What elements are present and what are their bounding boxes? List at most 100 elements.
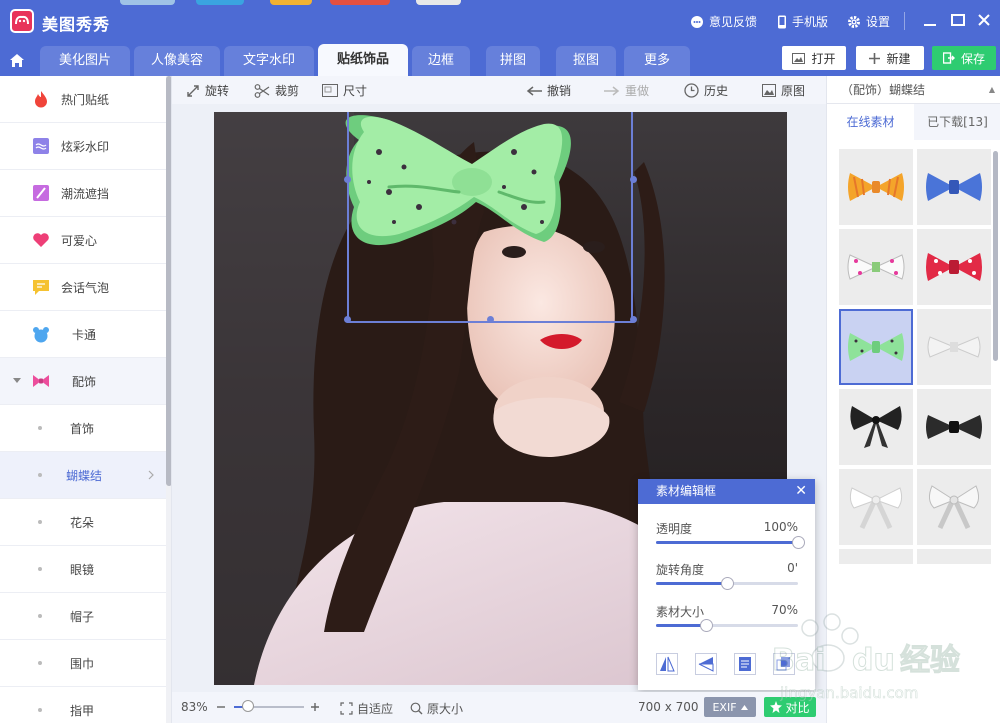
settings-label: 设置 <box>866 15 891 29</box>
new-button[interactable]: 新建 <box>856 46 924 70</box>
redo-button[interactable]: 重做 <box>604 82 649 99</box>
sidebar-item-accessories[interactable]: 配饰 <box>0 358 166 405</box>
slash-icon <box>33 185 49 201</box>
mobile-button[interactable]: 手机版 <box>777 13 828 30</box>
grey-ribbon-bow-icon <box>928 485 980 530</box>
sidebar-item-cute-heart[interactable]: 可爱心 <box>0 217 166 264</box>
tab-more[interactable]: 更多 <box>624 46 690 76</box>
tab-beautify[interactable]: 美化图片 <box>40 46 130 76</box>
actual-size-button[interactable]: 原大小 <box>410 700 463 717</box>
zoom-out-icon[interactable] <box>216 702 226 712</box>
tab-cutout[interactable]: 抠图 <box>556 46 616 76</box>
feedback-button[interactable]: 意见反馈 <box>690 13 757 30</box>
compare-label: 对比 <box>785 700 810 715</box>
resize-handle[interactable] <box>487 316 494 323</box>
sidebar-subitem-flowers[interactable]: 花朵 <box>0 499 166 546</box>
image-icon <box>792 52 806 64</box>
size-button[interactable]: 尺寸 <box>322 82 367 99</box>
opacity-row: 透明度 100% <box>656 520 798 537</box>
material-item[interactable] <box>839 389 913 465</box>
undo-button[interactable]: 撤销 <box>526 82 571 99</box>
original-label: 原图 <box>781 84 806 98</box>
rotation-slider[interactable] <box>656 577 798 590</box>
sidebar-subitem-bow[interactable]: 蝴蝶结 <box>0 452 166 499</box>
size-slider-knob[interactable] <box>699 619 713 632</box>
material-item[interactable] <box>839 229 913 305</box>
sidebar-subitem-glasses[interactable]: 眼镜 <box>0 546 166 593</box>
material-item[interactable] <box>917 389 991 465</box>
flip-vertical-icon[interactable] <box>695 653 717 675</box>
material-item[interactable] <box>917 149 991 225</box>
material-item[interactable] <box>917 309 991 385</box>
tab-downloaded[interactable]: 已下载[13] <box>914 104 1000 140</box>
rotation-row: 旋转角度 0' <box>656 561 798 578</box>
original-button[interactable]: 原图 <box>762 82 805 99</box>
caret-up-icon <box>740 704 748 710</box>
rotate-icon <box>187 84 199 97</box>
taskbar-strip <box>416 0 461 5</box>
opacity-slider-knob[interactable] <box>792 536 805 549</box>
watermark-icon <box>33 138 49 154</box>
crop-label: 裁剪 <box>275 84 300 98</box>
home-button[interactable] <box>0 45 34 76</box>
open-button[interactable]: 打开 <box>782 46 846 70</box>
resize-handle[interactable] <box>344 176 351 183</box>
sidebar-item-cartoon[interactable]: 卡通 <box>0 311 166 358</box>
material-item[interactable] <box>917 549 991 564</box>
resize-icon <box>322 84 338 97</box>
tab-collage[interactable]: 拼图 <box>486 46 540 76</box>
zoom-in-icon[interactable] <box>310 702 320 712</box>
tab-stickers[interactable]: 贴纸饰品 <box>318 44 408 76</box>
sidebar-item-trend-cover[interactable]: 潮流遮挡 <box>0 170 166 217</box>
resize-handle[interactable] <box>630 176 637 183</box>
tab-frames[interactable]: 边框 <box>412 46 470 76</box>
material-grid-scrollbar[interactable] <box>993 151 998 361</box>
close-button[interactable] <box>974 10 994 30</box>
save-button[interactable]: 保存 <box>932 46 996 70</box>
crop-button[interactable]: 裁剪 <box>254 82 299 99</box>
category-dropdown[interactable]: （配饰）蝴蝶结 ▲ <box>827 76 1000 104</box>
sidebar-subitem-label: 眼镜 <box>70 562 95 577</box>
close-icon <box>978 14 990 26</box>
material-item[interactable] <box>917 229 991 305</box>
layer-icon[interactable] <box>734 653 756 675</box>
exif-button[interactable]: EXIF <box>704 697 756 717</box>
material-item[interactable] <box>917 469 991 545</box>
material-item[interactable] <box>839 549 913 564</box>
sidebar-subitem-scarves[interactable]: 围巾 <box>0 640 166 687</box>
tab-online-materials[interactable]: 在线素材 <box>827 104 914 140</box>
settings-button[interactable]: 设置 <box>847 13 890 30</box>
sticker-selection-box[interactable] <box>344 112 637 323</box>
rotation-slider-fill <box>656 582 727 585</box>
resize-handle[interactable] <box>344 316 351 323</box>
material-item[interactable] <box>839 469 913 545</box>
material-item[interactable] <box>839 149 913 225</box>
sidebar-item-watermark[interactable]: 炫彩水印 <box>0 123 166 170</box>
sidebar-subitem-nails[interactable]: 指甲 <box>0 687 166 723</box>
minimize-button[interactable] <box>920 10 940 30</box>
sidebar-subitem-jewelry[interactable]: 首饰 <box>0 405 166 452</box>
copy-icon[interactable] <box>773 653 795 675</box>
edit-panel-close-button[interactable]: ✕ <box>795 479 807 504</box>
rotation-slider-knob[interactable] <box>721 577 734 590</box>
fit-button[interactable]: 自适应 <box>340 700 393 717</box>
zoom-slider-knob[interactable] <box>242 700 254 712</box>
rotate-button[interactable]: 旋转 <box>186 82 229 99</box>
history-button[interactable]: 历史 <box>684 82 728 99</box>
dropdown-arrows-icon: ▲ <box>988 85 995 94</box>
sidebar-subitem-hats[interactable]: 帽子 <box>0 593 166 640</box>
material-item-selected[interactable] <box>839 309 913 385</box>
flip-horizontal-icon[interactable] <box>656 653 678 675</box>
sidebar-item-hot[interactable]: 热门贴纸 <box>0 76 166 123</box>
compare-button[interactable]: 对比 <box>764 697 816 717</box>
tab-text[interactable]: 文字水印 <box>224 46 314 76</box>
resize-handle[interactable] <box>630 316 637 323</box>
size-slider[interactable] <box>656 619 798 632</box>
rotation-value: 0' <box>787 561 798 575</box>
sidebar-item-speech-bubble[interactable]: 会话气泡 <box>0 264 166 311</box>
new-label: 新建 <box>886 51 911 66</box>
category-dropdown-value: （配饰）蝴蝶结 <box>841 83 926 97</box>
maximize-button[interactable] <box>948 10 968 30</box>
opacity-slider[interactable] <box>656 536 805 549</box>
tab-portrait[interactable]: 人像美容 <box>134 46 220 76</box>
